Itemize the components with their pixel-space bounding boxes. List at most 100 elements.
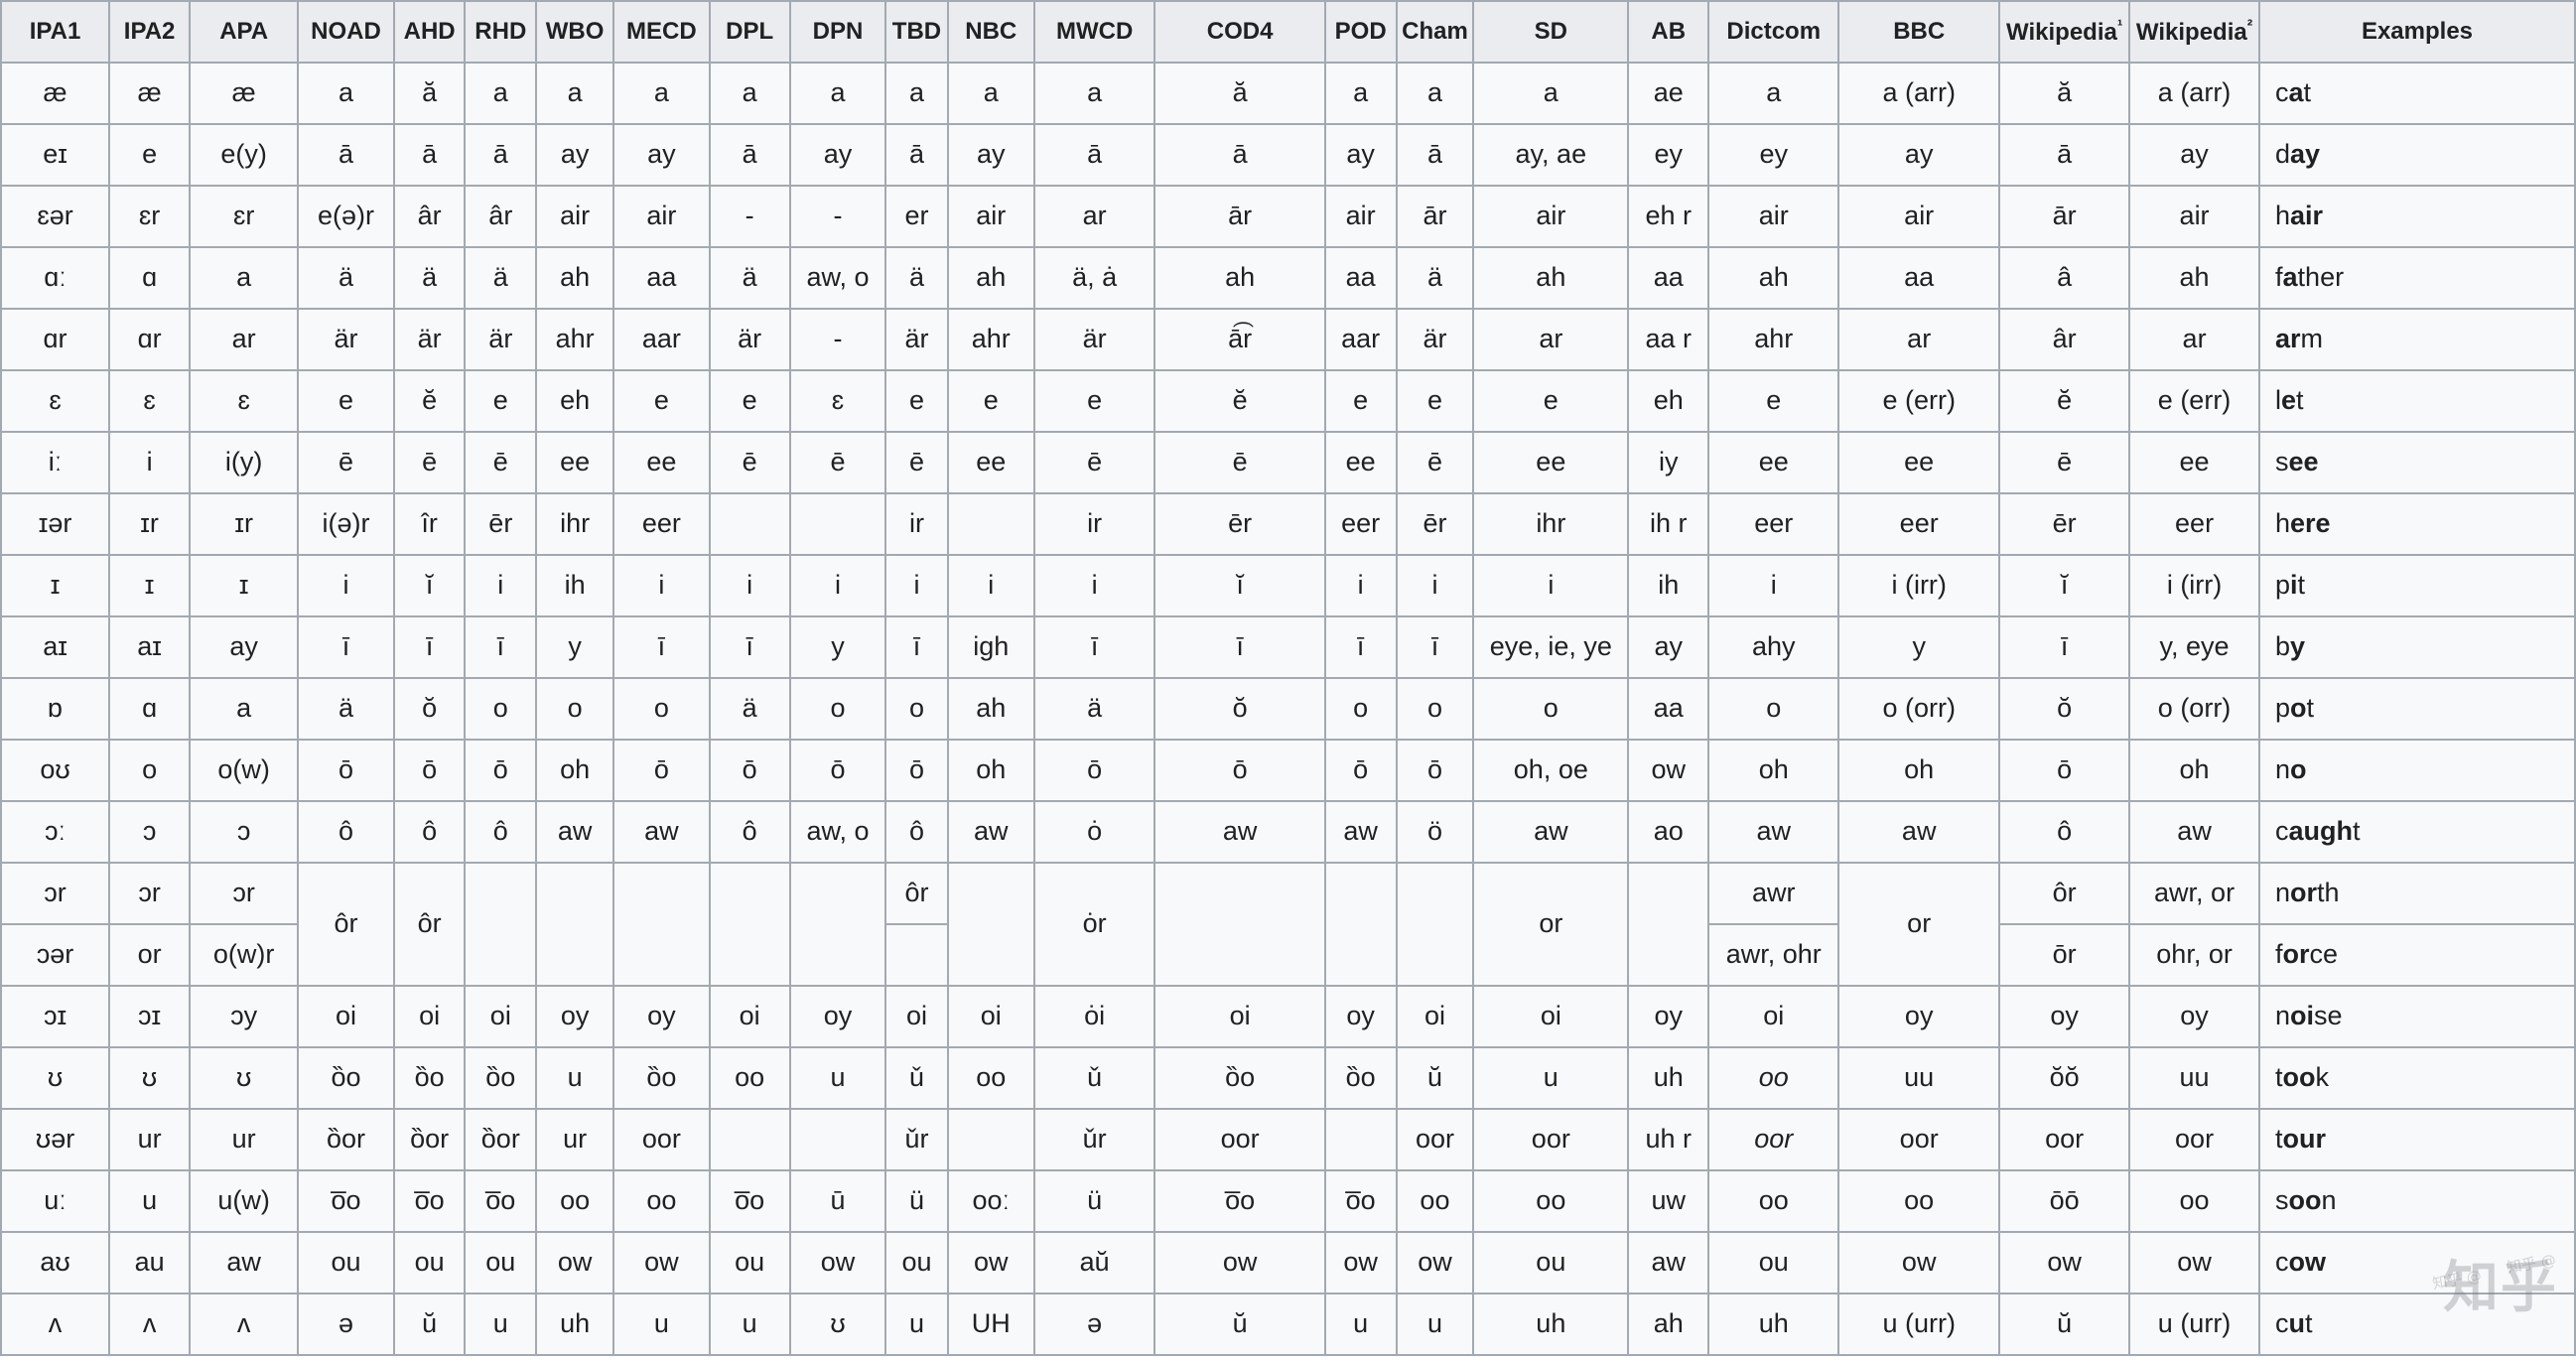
cell-wikipedia-r1: ă — [1999, 63, 2131, 125]
cell-wbo-r5: ahr — [536, 309, 615, 371]
cell-nbc-r2: ay — [947, 124, 1035, 187]
column-header-mwcd[interactable]: MWCD — [1033, 1, 1156, 64]
cell-ahd-r4: ä — [393, 247, 467, 310]
cell-ab-r2: ey — [1628, 124, 1710, 187]
column-header-tbd[interactable]: TBD — [885, 1, 949, 64]
cell-tbd-r3: er — [885, 186, 949, 248]
cell-nbc-r11: ah — [947, 678, 1035, 741]
cell-wikipedia-r12: oh — [2129, 740, 2260, 802]
column-header-sd[interactable]: SD — [1473, 1, 1630, 64]
cell-wbo-r16: oy — [536, 986, 615, 1048]
cell-dictcom-r9: i — [1708, 555, 1840, 617]
cell-ahd-r12: ō — [393, 740, 467, 802]
table-row: ɔɪ ɔɪ ɔy oi oi oi oy oy oi oy oi oi ȯi oi oy oi oi oy oi oy… — [1, 986, 2576, 1048]
cell-rhd-r9: i — [465, 555, 538, 617]
cell-wbo-r19: oo — [536, 1170, 615, 1233]
cell-examples-r4: father — [2259, 247, 2576, 310]
column-header-dpn[interactable]: DPN — [789, 1, 887, 64]
cell-dpl-r19: o̅o — [709, 1170, 791, 1233]
cell-apa-r18: ur — [190, 1109, 300, 1171]
cell-tbd-r4: ä — [885, 247, 949, 310]
column-header-ipa2[interactable]: IPA2 — [109, 1, 192, 64]
column-header-nbc[interactable]: NBC — [947, 1, 1035, 64]
cell-mwcd-r8: ir — [1033, 493, 1156, 556]
cell-wikipedia-r21: u (urr) — [2129, 1293, 2260, 1356]
example-prefix: d — [2275, 139, 2291, 170]
example-prefix: p — [2275, 570, 2291, 601]
cell-tbd-r7: ē — [885, 432, 949, 494]
cell-wikipedia-r12: ō — [1999, 740, 2131, 802]
column-header-ipa1[interactable]: IPA1 — [1, 1, 111, 64]
column-header-dictcom[interactable]: Dictcom — [1708, 1, 1840, 64]
cell-wikipedia-r9: i (irr) — [2129, 555, 2260, 617]
column-header-ahd[interactable]: AHD — [393, 1, 467, 64]
cell-dpn-r13: aw, o — [789, 801, 887, 864]
cell-dictcom-r21: uh — [1708, 1293, 1840, 1356]
cell-dpn-r9: i — [789, 555, 887, 617]
cell-ahd-r18: ȍor — [393, 1109, 467, 1171]
cell-wbo-r8: ihr — [536, 493, 615, 556]
cell-ipa2-r13: ɔ — [109, 801, 192, 864]
cell-wikipedia-r17: uu — [2129, 1047, 2260, 1110]
column-header-pod[interactable]: POD — [1324, 1, 1398, 64]
cell-dpn-r16: oy — [789, 986, 887, 1048]
column-header-cham[interactable]: Cham — [1396, 1, 1475, 64]
column-header-dpl[interactable]: DPL — [709, 1, 791, 64]
cell-nbc-r1: a — [947, 63, 1035, 125]
cell-mecd-r21: u — [613, 1293, 711, 1356]
cell-examples-r8: here — [2259, 493, 2576, 556]
cell-mwcd-r16: ȯi — [1033, 986, 1156, 1048]
cell-mwcd-r1: a — [1033, 63, 1156, 125]
cell-tbd-r15 — [885, 924, 949, 987]
column-header-examples[interactable]: Examples — [2259, 1, 2576, 64]
cell-wbo-r7: ee — [536, 432, 615, 494]
cell-ahd-r17: ȍo — [393, 1047, 467, 1110]
cell-tbd-r18: ǔr — [885, 1109, 949, 1171]
cell-pod-r18 — [1324, 1109, 1398, 1171]
cell-cham-r8: ēr — [1396, 493, 1475, 556]
cell-bbc-r20: ow — [1838, 1232, 2001, 1294]
cell-cod4-r1: ă — [1154, 63, 1326, 125]
cell-ab-r4: aa — [1628, 247, 1710, 310]
cell-dpl-r13: ô — [709, 801, 791, 864]
column-header-mecd[interactable]: MECD — [613, 1, 711, 64]
column-header-wikipedia[interactable]: Wikipedia¹ — [1999, 1, 2131, 64]
cell-dpl-r17: oo — [709, 1047, 791, 1110]
cell-bbc-r1: a (arr) — [1838, 63, 2001, 125]
cell-pod-r21: u — [1324, 1293, 1398, 1356]
cell-bbc-r9: i (irr) — [1838, 555, 2001, 617]
cell-ipa2-r16: ɔɪ — [109, 986, 192, 1048]
cell-tbd-r6: e — [885, 370, 949, 433]
cell-wikipedia-r17: ŏŏ — [1999, 1047, 2131, 1110]
column-header-rhd[interactable]: RHD — [465, 1, 538, 64]
table-row: uː u u(w) o̅o o̅o o̅o oo oo o̅o ū ü ooː ü o̅o o̅o oo oo u… — [1, 1170, 2576, 1233]
cell-ipa2-r10: aɪ — [109, 616, 192, 679]
cell-sd-r11: o — [1473, 678, 1630, 741]
column-header-noad[interactable]: NOAD — [298, 1, 395, 64]
column-header-wbo[interactable]: WBO — [536, 1, 615, 64]
cell-noad-r13: ô — [298, 801, 395, 864]
cell-cod4-r13: aw — [1154, 801, 1326, 864]
cell-wikipedia-r16: oy — [1999, 986, 2131, 1048]
cell-wikipedia-r19: oo — [2129, 1170, 2260, 1233]
cell-dpl-r14 — [709, 863, 791, 987]
table-row: oʊ o o(w) ō ō ō oh ō ō ō ō oh ō ō ō ō oh, oe ow oh oh ō oh no — [1, 740, 2576, 802]
cell-rhd-r14 — [465, 863, 538, 987]
cell-wikipedia-r7: ē — [1999, 432, 2131, 494]
cell-noad-r6: e — [298, 370, 395, 433]
column-header-apa[interactable]: APA — [190, 1, 300, 64]
example-prefix: s — [2275, 447, 2289, 477]
table-row: ʊ ʊ ʊ ȍo ȍo ȍo u ȍo oo u ǔ oo ǔ ȍo ȍo ŭ u uh oo uu ŏŏ u… — [1, 1047, 2576, 1110]
cell-bbc-r6: e (err) — [1838, 370, 2001, 433]
cell-mwcd-r6: e — [1033, 370, 1156, 433]
cell-mecd-r8: eer — [613, 493, 711, 556]
cell-pod-r2: ay — [1324, 124, 1398, 187]
table-header: IPA1 IPA2 APA NOAD AHD RHD WBO MECD DPL DPN TBD NBC… — [1, 1, 2576, 64]
column-header-wikipedia[interactable]: Wikipedia² — [2129, 1, 2260, 64]
example-prefix: s — [2275, 1185, 2289, 1216]
column-header-bbc[interactable]: BBC — [1838, 1, 2001, 64]
column-header-ab[interactable]: AB — [1628, 1, 1710, 64]
cell-pod-r11: o — [1324, 678, 1398, 741]
cell-dpl-r2: ā — [709, 124, 791, 187]
column-header-cod4[interactable]: COD4 — [1154, 1, 1326, 64]
